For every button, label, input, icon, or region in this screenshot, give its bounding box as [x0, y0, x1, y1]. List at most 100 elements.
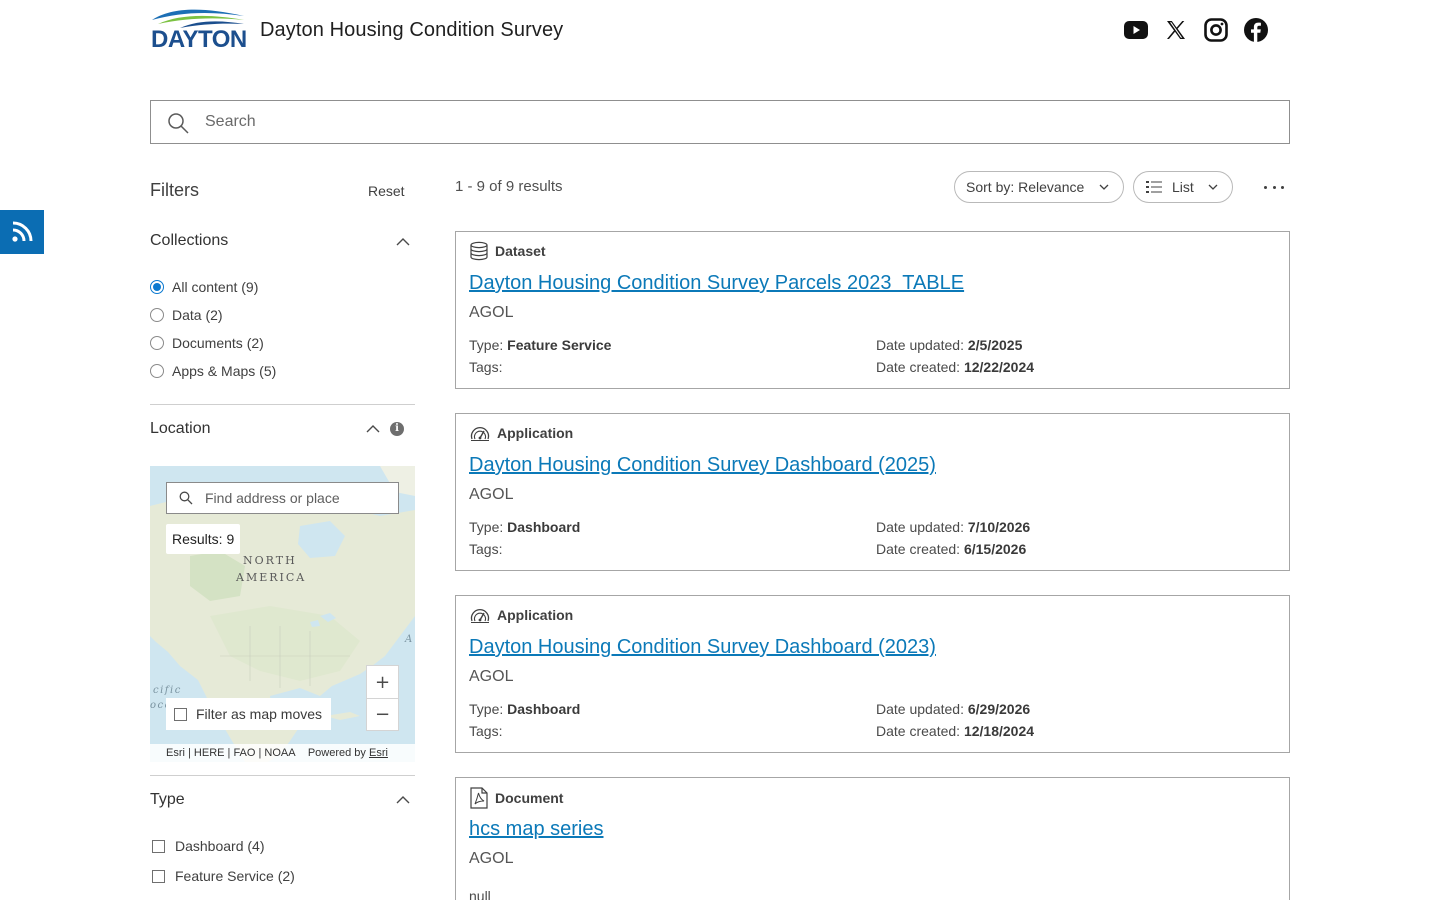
result-card: Dataset Dayton Housing Condition Survey …	[455, 231, 1290, 389]
card-owner: AGOL	[469, 850, 514, 867]
type-meta-label: Type:	[469, 337, 504, 353]
filter-as-map-moves[interactable]: Filter as map moves	[166, 698, 331, 730]
radio[interactable]	[150, 364, 164, 378]
card-created-meta: Date created: 6/15/2026	[876, 541, 1026, 557]
card-updated-meta: Date updated: 6/29/2026	[876, 701, 1030, 717]
result-card: Application Dayton Housing Condition Sur…	[455, 413, 1290, 571]
map-label-pacific: cific	[153, 685, 182, 696]
logo-text: DAYTON	[151, 26, 247, 53]
rss-feed-button[interactable]	[0, 210, 44, 254]
view-dropdown[interactable]: List	[1133, 171, 1233, 203]
results-count: 1 - 9 of 9 results	[455, 178, 563, 195]
sort-dropdown[interactable]: Sort by: Relevance	[954, 171, 1124, 203]
created-meta-value: 6/15/2026	[963, 541, 1027, 557]
created-meta-label: Date created:	[876, 359, 961, 375]
search-input[interactable]	[205, 101, 1265, 143]
card-type: Dataset	[469, 241, 546, 261]
card-title-link[interactable]: hcs map series	[469, 818, 604, 841]
created-meta-label: Date created:	[876, 541, 961, 557]
chevron-up-icon[interactable]	[366, 424, 380, 433]
type-meta-value: Feature Service	[507, 337, 612, 353]
result-card: Document hcs map series AGOL null	[455, 777, 1290, 900]
card-type-label: Dataset	[495, 243, 546, 259]
collection-option-label: Documents (2)	[172, 335, 264, 351]
checkbox[interactable]	[152, 869, 165, 883]
card-title-link[interactable]: Dayton Housing Condition Survey Dashboar…	[469, 636, 936, 659]
type-option-label: Feature Service (2)	[175, 868, 295, 884]
card-title-link[interactable]: Dayton Housing Condition Survey Parcels …	[469, 272, 964, 295]
created-meta-label: Date created:	[876, 723, 961, 739]
database-icon	[470, 241, 488, 261]
x-icon[interactable]	[1164, 18, 1188, 42]
type-meta-label: Type:	[469, 519, 504, 535]
type-option-feature-service[interactable]: Feature Service (2)	[152, 868, 295, 884]
updated-meta-label: Date updated:	[876, 701, 964, 717]
collection-option-apps-maps[interactable]: Apps & Maps (5)	[150, 363, 276, 379]
collection-option-data[interactable]: Data (2)	[150, 307, 223, 323]
collection-option-documents[interactable]: Documents (2)	[150, 335, 264, 351]
location-map[interactable]: Results: 9 NORTH AMERICA cific oce A + −…	[150, 466, 415, 762]
updated-meta-label: Date updated:	[876, 337, 964, 353]
chevron-up-icon[interactable]	[396, 795, 410, 804]
card-updated-meta: Date updated: 7/10/2026	[876, 519, 1030, 535]
card-type-meta: Type: Feature Service	[469, 337, 611, 353]
attribution-text: Esri | HERE | FAO | NOAA	[166, 747, 296, 759]
type-heading[interactable]: Type	[150, 791, 185, 809]
card-type: Application	[469, 605, 573, 625]
map-search-input[interactable]	[205, 490, 395, 506]
checkbox[interactable]	[152, 839, 165, 853]
info-icon[interactable]: i	[390, 422, 404, 436]
instagram-icon[interactable]	[1204, 18, 1228, 42]
checkbox[interactable]	[174, 707, 187, 721]
result-card: Application Dayton Housing Condition Sur…	[455, 595, 1290, 753]
chevron-down-icon	[1208, 184, 1218, 190]
card-type-label: Application	[497, 425, 574, 441]
zoom-in-button[interactable]: +	[367, 666, 398, 698]
type-meta-value: Dashboard	[507, 701, 581, 717]
card-description: null	[469, 888, 491, 900]
more-options-icon[interactable]	[1264, 180, 1284, 194]
card-type-label: Document	[495, 790, 564, 806]
zoom-out-button[interactable]: −	[367, 698, 398, 730]
zoom-controls: + −	[366, 665, 399, 731]
updated-meta-value: 2/5/2025	[967, 337, 1023, 353]
esri-link[interactable]: Esri	[369, 747, 388, 759]
type-option-dashboard[interactable]: Dashboard (4)	[152, 838, 265, 854]
radio[interactable]	[150, 336, 164, 350]
card-type-meta: Type: Dashboard	[469, 701, 580, 717]
facebook-icon[interactable]	[1244, 18, 1268, 42]
card-title-link[interactable]: Dayton Housing Condition Survey Dashboar…	[469, 454, 936, 477]
rss-icon	[12, 221, 33, 242]
filter-as-map-moves-label: Filter as map moves	[196, 706, 323, 722]
card-tags-meta: Tags:	[469, 541, 503, 557]
search-icon	[168, 113, 189, 134]
chevron-up-icon[interactable]	[396, 237, 410, 246]
card-updated-meta: Date updated: 2/5/2025	[876, 337, 1022, 353]
search-icon	[179, 491, 193, 505]
map-results-badge: Results: 9	[166, 524, 241, 554]
card-owner: AGOL	[469, 304, 514, 321]
reset-filters-button[interactable]: Reset	[368, 183, 405, 199]
search-bar	[150, 100, 1290, 144]
collection-option-label: Apps & Maps (5)	[172, 363, 277, 379]
radio-selected[interactable]	[150, 280, 164, 294]
site-title[interactable]: Dayton Housing Condition Survey	[260, 19, 563, 42]
type-option-label: Dashboard (4)	[175, 838, 265, 854]
dayton-logo[interactable]: DAYTON	[150, 8, 247, 53]
map-search-box	[166, 482, 399, 514]
filters-title: Filters	[150, 180, 199, 200]
map-label-america: AMERICA	[236, 571, 307, 584]
type-meta-label: Type:	[469, 701, 504, 717]
created-meta-value: 12/22/2024	[963, 359, 1035, 375]
updated-meta-label: Date updated:	[876, 519, 964, 535]
dashboard-gauge-icon	[470, 608, 490, 624]
youtube-icon[interactable]	[1124, 18, 1148, 42]
card-type-meta: Type: Dashboard	[469, 519, 580, 535]
collection-option-all[interactable]: All content (9)	[150, 279, 258, 295]
collection-option-label: Data (2)	[172, 307, 223, 323]
card-tags-meta: Tags:	[469, 359, 503, 375]
updated-meta-value: 6/29/2026	[967, 701, 1031, 717]
radio[interactable]	[150, 308, 164, 322]
collections-heading[interactable]: Collections	[150, 232, 228, 250]
location-heading[interactable]: Location	[150, 420, 211, 438]
